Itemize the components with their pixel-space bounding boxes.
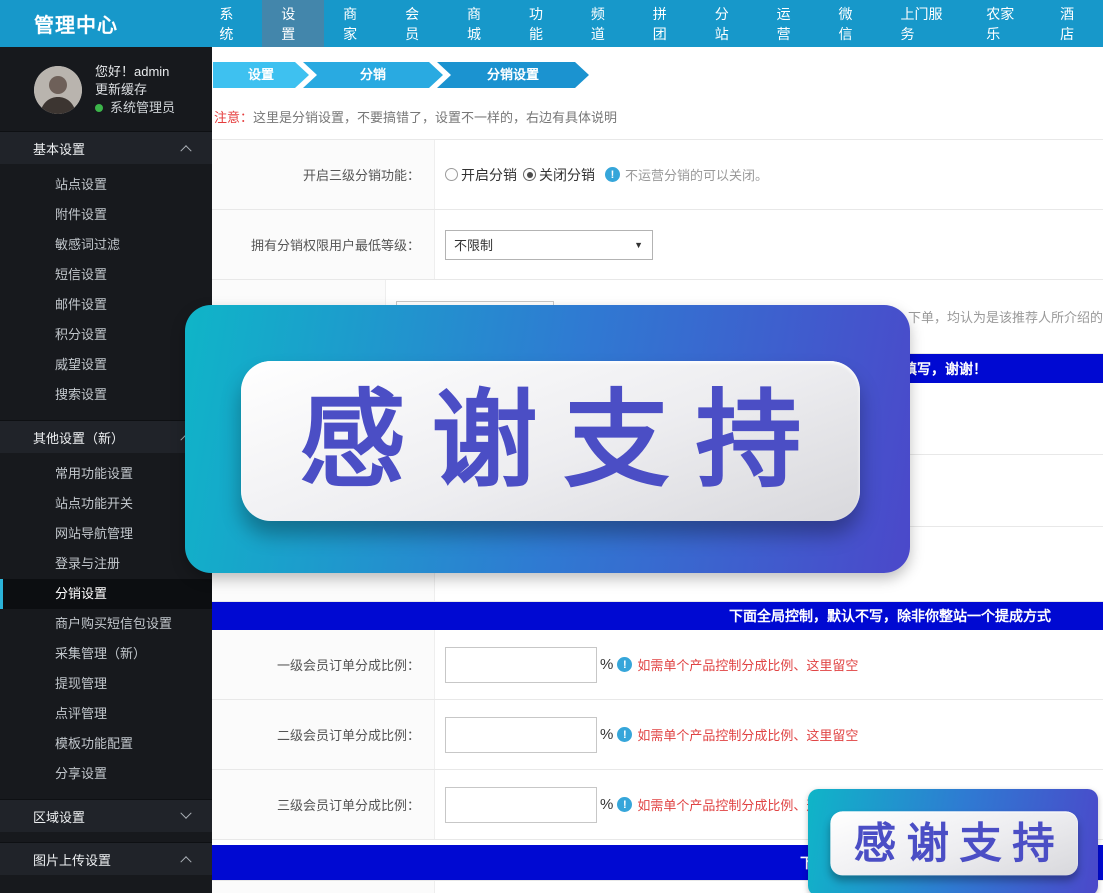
- nav-item-channel[interactable]: 频道: [572, 0, 634, 47]
- breadcrumb-step-distribution-settings[interactable]: 分销设置: [437, 62, 589, 88]
- row-level2-ratio: 二级会员订单分成比例： % ! 如需单个产品控制分成比例、这里留空: [212, 700, 1103, 770]
- sidebar-item-share-settings[interactable]: 分享设置: [0, 759, 212, 789]
- percent-label: %: [600, 726, 613, 743]
- sidebar-item-attachment-settings[interactable]: 附件设置: [0, 200, 212, 230]
- nav-item-substation[interactable]: 分站: [696, 0, 758, 47]
- sidebar-item-nav-management[interactable]: 网站导航管理: [0, 519, 212, 549]
- radio-disable-label[interactable]: 关闭分销: [539, 165, 595, 185]
- field-tip: 如需单个产品控制分成比例、这里留空: [637, 655, 858, 674]
- nav-item-groupbuy[interactable]: 拼团: [634, 0, 696, 47]
- field-label: 拥有分销权限用户最低等级：: [212, 210, 435, 279]
- sidebar-item-sensitive-words[interactable]: 敏感词过滤: [0, 230, 212, 260]
- chevron-up-icon: [180, 145, 191, 156]
- nav-item-settings[interactable]: 设置: [262, 0, 324, 47]
- info-icon: !: [617, 727, 632, 742]
- update-cache-link[interactable]: 更新缓存: [95, 81, 175, 99]
- breadcrumb-step-settings[interactable]: 设置: [213, 62, 309, 88]
- nav-item-mall[interactable]: 商城: [448, 0, 510, 47]
- nav-item-member[interactable]: 会员: [386, 0, 448, 47]
- percent-label: %: [600, 656, 613, 673]
- breadcrumb-step-distribution[interactable]: 分销: [303, 62, 443, 88]
- sidebar-item-review-management[interactable]: 点评管理: [0, 699, 212, 729]
- info-icon: !: [605, 167, 620, 182]
- select-value: 不限制: [454, 235, 493, 254]
- sidebar-section-basic-settings[interactable]: 基本设置: [0, 131, 212, 164]
- sidebar-item-mail-settings[interactable]: 邮件设置: [0, 290, 212, 320]
- nav-item-merchant[interactable]: 商家: [324, 0, 386, 47]
- nav-item-system[interactable]: 系统: [200, 0, 262, 47]
- sidebar-item-collection-management[interactable]: 采集管理（新）: [0, 639, 212, 669]
- field-label: 三级会员订单分成比例：: [212, 770, 435, 839]
- sidebar-section-region-settings[interactable]: 区域设置: [0, 799, 212, 832]
- sidebar-section-other-settings[interactable]: 其他设置（新）: [0, 420, 212, 453]
- sidebar-item-search-settings[interactable]: 搜索设置: [0, 380, 212, 410]
- radio-disable-distribution[interactable]: [523, 168, 536, 181]
- sidebar-item-common-functions[interactable]: 常用功能设置: [0, 459, 212, 489]
- top-navigation: 系统 设置 商家 会员 商城 功能 频道 拼团 分站 运营 微信 上门服务 农家…: [200, 0, 1103, 47]
- radio-enable-label[interactable]: 开启分销: [461, 165, 517, 185]
- level1-ratio-input[interactable]: [445, 647, 597, 683]
- sidebar-item-login-register[interactable]: 登录与注册: [0, 549, 212, 579]
- breadcrumb: 设置 分销 分销设置: [213, 62, 1103, 88]
- select-arrow-icon: ▼: [634, 240, 643, 250]
- watermark-inner-panel: 感谢支持: [830, 811, 1078, 875]
- thanks-watermark-large: 感谢支持: [185, 305, 910, 573]
- level3-ratio-input[interactable]: [445, 787, 597, 823]
- watermark-inner-panel: 感谢支持: [241, 361, 860, 521]
- level2-ratio-input[interactable]: [445, 717, 597, 753]
- sidebar-item-prestige-settings[interactable]: 威望设置: [0, 350, 212, 380]
- row-distribution-toggle: 开启三级分销功能： 开启分销 关闭分销 ! 不运营分销的可以关闭。: [212, 140, 1103, 210]
- sidebar-group-other: 常用功能设置 站点功能开关 网站导航管理 登录与注册 分销设置 商户购买短信包设…: [0, 453, 212, 799]
- sidebar-item-site-settings[interactable]: 站点设置: [0, 170, 212, 200]
- user-box: 您好！admin 更新缓存 系统管理员: [0, 47, 212, 131]
- thanks-watermark-small: 感谢支持: [808, 789, 1098, 893]
- percent-label: %: [600, 796, 613, 813]
- notice-prefix: 注意：: [214, 110, 253, 125]
- nav-item-operation[interactable]: 运营: [758, 0, 820, 47]
- sidebar-item-points-settings[interactable]: 积分设置: [0, 320, 212, 350]
- field-label: 二级会员订单分成比例：: [212, 700, 435, 769]
- topbar: 管理中心 系统 设置 商家 会员 商城 功能 频道 拼团 分站 运营 微信 上门…: [0, 0, 1103, 47]
- nav-item-wechat[interactable]: 微信: [820, 0, 882, 47]
- nav-item-doorservice[interactable]: 上门服务: [881, 0, 967, 47]
- row-min-level: 拥有分销权限用户最低等级： 不限制 ▼: [212, 210, 1103, 280]
- sidebar-item-distribution-settings[interactable]: 分销设置: [0, 579, 212, 609]
- watermark-text: 感谢支持: [843, 822, 1065, 864]
- sidebar-group-basic: 站点设置 附件设置 敏感词过滤 短信设置 邮件设置 积分设置 威望设置 搜索设置: [0, 164, 212, 420]
- nav-item-function[interactable]: 功能: [510, 0, 572, 47]
- watermark-text: 感谢支持: [274, 388, 828, 494]
- chevron-up-icon: [180, 856, 191, 867]
- radio-enable-distribution[interactable]: [445, 168, 458, 181]
- sidebar-item-withdrawal-management[interactable]: 提现管理: [0, 669, 212, 699]
- info-icon: !: [617, 797, 632, 812]
- banner-global-control: 下面全局控制，默认不写，除非你整站一个提成方式: [212, 602, 1103, 630]
- nav-item-hotel[interactable]: 酒店: [1041, 0, 1103, 47]
- row-level1-ratio: 一级会员订单分成比例： % ! 如需单个产品控制分成比例、这里留空: [212, 630, 1103, 700]
- chevron-down-icon: [180, 808, 191, 819]
- field-label: 一级会员订单分成比例：: [212, 630, 435, 699]
- sidebar-item-site-switches[interactable]: 站点功能开关: [0, 489, 212, 519]
- sidebar-item-sms-settings[interactable]: 短信设置: [0, 260, 212, 290]
- app-title: 管理中心: [0, 0, 200, 47]
- sidebar-section-image-upload[interactable]: 图片上传设置: [0, 842, 212, 875]
- user-greeting: 您好！admin: [95, 63, 175, 81]
- field-label: 开启三级分销功能：: [212, 140, 435, 209]
- sidebar: 您好！admin 更新缓存 系统管理员 基本设置 站点设置 附件设置 敏感词过滤…: [0, 47, 212, 893]
- min-level-select[interactable]: 不限制 ▼: [445, 230, 653, 260]
- online-status-dot: [95, 104, 103, 112]
- nav-item-farmstay[interactable]: 农家乐: [967, 0, 1041, 47]
- notice-text: 这里是分销设置，不要搞错了，设置不一样的，右边有具体说明: [253, 110, 617, 125]
- field-tip: 不运营分销的可以关闭。: [625, 165, 768, 184]
- sidebar-item-sms-package[interactable]: 商户购买短信包设置: [0, 609, 212, 639]
- user-role: 系统管理员: [110, 99, 175, 117]
- field-tip: 如需单个产品控制分成比例、这里留空: [637, 725, 858, 744]
- sidebar-item-template-config[interactable]: 模板功能配置: [0, 729, 212, 759]
- info-icon: !: [617, 657, 632, 672]
- page-notice: 注意：这里是分销设置，不要搞错了，设置不一样的，右边有具体说明: [214, 107, 1103, 126]
- avatar[interactable]: [34, 66, 82, 114]
